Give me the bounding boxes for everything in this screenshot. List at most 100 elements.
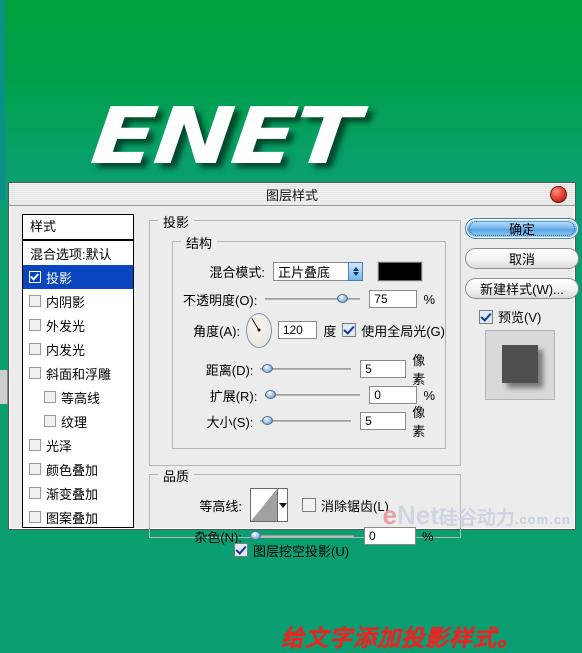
- opacity-value: 75: [374, 292, 388, 306]
- chevron-down-icon[interactable]: [278, 489, 287, 521]
- noise-value: 0: [369, 529, 376, 543]
- shadow-color-swatch[interactable]: [378, 261, 422, 281]
- slider-thumb[interactable]: [262, 416, 274, 425]
- slider-thumb[interactable]: [262, 364, 274, 373]
- checkbox-icon[interactable]: [29, 271, 41, 283]
- sidebar-item-label: 颜色叠加: [46, 462, 99, 478]
- slider-thumb[interactable]: [264, 390, 276, 399]
- antialias-checkbox[interactable]: [302, 498, 316, 512]
- sidebar-item-blending-options[interactable]: 混合选项:默认: [23, 241, 133, 265]
- distance-value: 5: [365, 362, 372, 376]
- checkbox-icon[interactable]: [29, 487, 41, 499]
- angle-value: 120: [282, 323, 303, 337]
- checkbox-icon[interactable]: [29, 319, 41, 331]
- angle-input[interactable]: 120: [277, 321, 318, 339]
- structure-group: 结构 混合模式: 正片叠底 不透明度(O): 75 % 角度(A): 120 度…: [172, 233, 446, 449]
- checkbox-icon[interactable]: [44, 391, 56, 403]
- chevron-updown-icon[interactable]: [348, 261, 363, 281]
- checkbox-icon[interactable]: [44, 415, 56, 427]
- noise-unit: %: [422, 528, 434, 544]
- dialog-titlebar[interactable]: 图层样式: [9, 183, 575, 206]
- distance-slider[interactable]: [260, 362, 352, 376]
- structure-group-legend: 结构: [181, 233, 218, 252]
- contour-label: 等高线:: [199, 498, 242, 514]
- dialog-body: 样式 混合选项:默认 投影 内阴影 外发光 内发光 斜面和浮雕 等高线 纹理 光…: [9, 206, 579, 652]
- annotation-text: 给文字添加投影样式。: [281, 625, 521, 652]
- contour-picker[interactable]: [250, 488, 288, 522]
- knockout-checkbox[interactable]: [234, 543, 248, 557]
- preview-row[interactable]: 预览(V): [479, 307, 541, 326]
- sidebar-item-inner-glow[interactable]: 内发光: [23, 337, 133, 361]
- watermark-cn: .com.cn: [514, 512, 571, 527]
- sidebar-item-label: 斜面和浮雕: [46, 366, 112, 382]
- sidebar-item-drop-shadow[interactable]: 投影: [23, 265, 133, 289]
- use-global-light-label: 使用全局光(G): [361, 323, 445, 339]
- opacity-input[interactable]: 75: [369, 290, 418, 308]
- spread-label: 扩展(R):: [209, 388, 258, 404]
- cancel-button[interactable]: 取消: [465, 248, 579, 269]
- ok-button[interactable]: 确定: [465, 218, 579, 239]
- new-style-button[interactable]: 新建样式(W)...: [465, 278, 579, 299]
- spread-input[interactable]: 0: [369, 386, 418, 404]
- preview-label: 预览(V): [498, 310, 542, 325]
- photoshop-canvas: ENET: [0, 0, 582, 200]
- new-style-button-label: 新建样式(W)...: [480, 282, 564, 297]
- sidebar-item-contour[interactable]: 等高线: [23, 385, 133, 409]
- sidebar-item-outer-glow[interactable]: 外发光: [23, 313, 133, 337]
- preview-checkbox[interactable]: [479, 309, 493, 324]
- checkbox-icon[interactable]: [29, 295, 41, 307]
- sidebar-item-label: 纹理: [61, 414, 88, 430]
- sidebar-item-texture[interactable]: 纹理: [23, 409, 133, 433]
- sidebar-item-satin[interactable]: 光泽: [23, 433, 133, 457]
- sidebar-item-label: 外发光: [46, 318, 86, 334]
- left-edge-artifact: [0, 370, 8, 404]
- blend-mode-value: 正片叠底: [278, 264, 331, 280]
- angle-unit: 度: [323, 323, 337, 339]
- spread-unit: %: [423, 387, 436, 403]
- checkbox-icon[interactable]: [29, 343, 41, 355]
- style-preview-thumbnail: [485, 330, 555, 400]
- antialias-label: 消除锯齿(L): [321, 498, 389, 514]
- slider-track: [260, 420, 352, 422]
- sidebar-item-color-overlay[interactable]: 颜色叠加: [23, 457, 133, 481]
- close-icon[interactable]: [550, 186, 567, 203]
- sidebar-item-label: 图案叠加: [46, 510, 99, 526]
- sidebar-item-gradient-overlay[interactable]: 渐变叠加: [23, 481, 133, 505]
- distance-input[interactable]: 5: [360, 360, 407, 378]
- checkbox-icon[interactable]: [29, 463, 41, 475]
- layer-style-dialog: 图层样式 样式 混合选项:默认 投影 内阴影 外发光 内发光 斜面和浮雕 等高线…: [8, 182, 579, 652]
- canvas-left-edge: [0, 0, 5, 200]
- spread-slider[interactable]: [264, 388, 361, 402]
- sidebar-item-label: 渐变叠加: [46, 486, 99, 502]
- dialog-title: 图层样式: [265, 188, 318, 203]
- slider-thumb[interactable]: [336, 294, 348, 303]
- use-global-light-checkbox[interactable]: [342, 323, 357, 337]
- drop-shadow-group: 投影 结构 混合模式: 正片叠底 不透明度(O): 75 % 角度(A): 12…: [149, 212, 461, 466]
- styles-list-panel[interactable]: 样式 混合选项:默认 投影 内阴影 外发光 内发光 斜面和浮雕 等高线 纹理 光…: [22, 214, 134, 528]
- blend-mode-label: 混合模式:: [209, 264, 265, 280]
- preview-square: [502, 345, 538, 383]
- noise-input[interactable]: 0: [364, 527, 416, 545]
- sidebar-item-label: 内阴影: [46, 294, 86, 310]
- checkbox-icon[interactable]: [29, 367, 41, 379]
- size-unit: 像素: [412, 405, 426, 439]
- quality-group-legend: 品质: [158, 466, 195, 485]
- blend-mode-select[interactable]: 正片叠底: [273, 261, 363, 281]
- slider-track: [264, 394, 361, 396]
- size-slider[interactable]: [260, 414, 352, 428]
- checkbox-icon[interactable]: [29, 511, 41, 523]
- checkbox-icon[interactable]: [29, 439, 41, 451]
- slider-track: [250, 535, 354, 537]
- distance-unit: 像素: [412, 353, 426, 387]
- slider-track: [260, 368, 352, 370]
- size-input[interactable]: 5: [360, 412, 407, 430]
- sidebar-item-bevel-emboss[interactable]: 斜面和浮雕: [23, 361, 133, 385]
- sidebar-item-inner-shadow[interactable]: 内阴影: [23, 289, 133, 313]
- opacity-slider[interactable]: [264, 292, 361, 306]
- angle-dial[interactable]: [245, 312, 272, 348]
- sidebar-item-pattern-overlay[interactable]: 图案叠加: [23, 505, 133, 527]
- size-value: 5: [365, 414, 372, 428]
- opacity-unit: %: [423, 291, 436, 307]
- knockout-row[interactable]: 图层挖空投影(U): [234, 539, 349, 561]
- spread-value: 0: [374, 388, 381, 402]
